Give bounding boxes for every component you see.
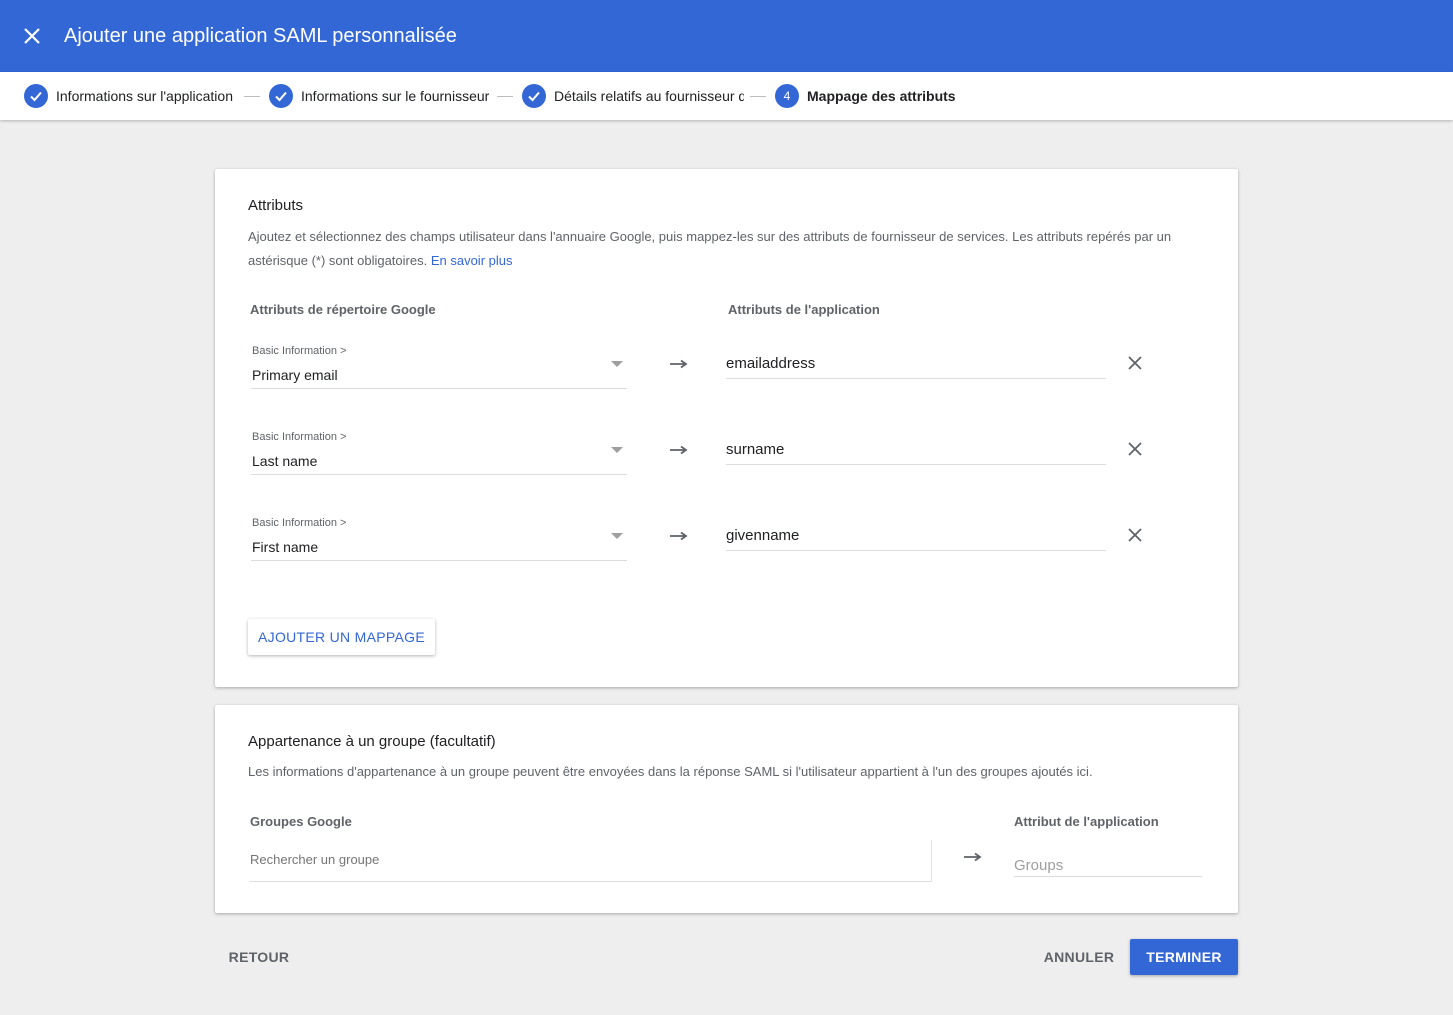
cancel-button[interactable]: ANNULER (1037, 939, 1121, 975)
description-text: Ajoutez et sélectionnez des champs utili… (248, 229, 1172, 268)
attribute-category: Basic Information > (252, 517, 347, 529)
groups-placeholder: Groups (1014, 857, 1064, 874)
check-icon (24, 84, 48, 108)
page-title: Ajouter une application SAML personnalis… (64, 25, 457, 47)
search-placeholder: Rechercher un groupe (250, 852, 380, 867)
arrow-right-icon (964, 852, 982, 862)
arrow-right-icon (670, 445, 688, 455)
app-attributes-header: Attributs de l'application (728, 302, 880, 317)
step-attribute-mapping[interactable]: 4 Mappage des attributs (775, 84, 956, 108)
step-label: Informations sur l'application (56, 88, 233, 104)
step-label: Informations sur le fournisseur d'identi… (301, 88, 491, 104)
app-attribute-input[interactable]: emailaddress (726, 349, 1106, 379)
remove-mapping-icon[interactable] (1126, 440, 1144, 458)
check-icon (269, 84, 293, 108)
step-app-info[interactable]: Informations sur l'application (24, 84, 233, 108)
dropdown-arrow-icon (611, 447, 623, 453)
group-search-input[interactable]: Rechercher un groupe (250, 840, 932, 882)
group-app-attribute-input[interactable]: Groups (1014, 843, 1202, 877)
attributes-title: Attributs (248, 197, 304, 214)
arrow-right-icon (670, 359, 688, 369)
step-number: 4 (775, 84, 799, 108)
google-attribute-select[interactable]: Basic Information > First name (251, 511, 627, 561)
step-divider (244, 96, 260, 97)
group-membership-title: Appartenance à un groupe (facultatif) (248, 733, 496, 750)
step-label: Mappage des attributs (807, 88, 956, 104)
attribute-field: First name (252, 539, 319, 555)
attribute-category: Basic Information > (252, 345, 347, 357)
app-attribute-input[interactable]: surname (726, 435, 1106, 465)
dropdown-arrow-icon (611, 533, 623, 539)
check-icon (522, 84, 546, 108)
google-groups-header: Groupes Google (250, 814, 352, 829)
app-attribute-header: Attribut de l'application (1014, 814, 1159, 829)
step-sp-details[interactable]: Détails relatifs au fournisseur de servi… (522, 84, 744, 108)
step-divider (497, 96, 513, 97)
attribute-category: Basic Information > (252, 431, 347, 443)
close-icon[interactable] (20, 24, 44, 48)
app-attribute-input[interactable]: givenname (726, 521, 1106, 551)
google-attribute-select[interactable]: Basic Information > Primary email (251, 339, 627, 389)
step-label: Détails relatifs au fournisseur de servi… (554, 88, 744, 104)
back-button[interactable]: RETOUR (222, 939, 296, 975)
google-attribute-select[interactable]: Basic Information > Last name (251, 425, 627, 475)
remove-mapping-icon[interactable] (1126, 526, 1144, 544)
add-mapping-button[interactable]: AJOUTER UN MAPPAGE (248, 619, 435, 655)
attribute-field: Primary email (252, 367, 338, 383)
step-idp-info[interactable]: Informations sur le fournisseur d'identi… (269, 84, 491, 108)
group-membership-card: Appartenance à un groupe (facultatif) Le… (215, 705, 1238, 913)
step-divider (750, 96, 766, 97)
app-bar: Ajouter une application SAML personnalis… (0, 0, 1453, 72)
arrow-right-icon (670, 531, 688, 541)
google-attributes-header: Attributs de répertoire Google (250, 302, 436, 317)
attributes-card: Attributs Ajoutez et sélectionnez des ch… (215, 169, 1238, 687)
learn-more-link[interactable]: En savoir plus (431, 253, 513, 268)
group-membership-description: Les informations d'appartenance à un gro… (248, 764, 1093, 779)
stepper: Informations sur l'application Informati… (0, 72, 1453, 120)
dropdown-arrow-icon (611, 361, 623, 367)
remove-mapping-icon[interactable] (1126, 354, 1144, 372)
attributes-description: Ajoutez et sélectionnez des champs utili… (248, 225, 1208, 273)
finish-button[interactable]: TERMINER (1130, 939, 1238, 975)
attribute-field: Last name (252, 453, 318, 469)
